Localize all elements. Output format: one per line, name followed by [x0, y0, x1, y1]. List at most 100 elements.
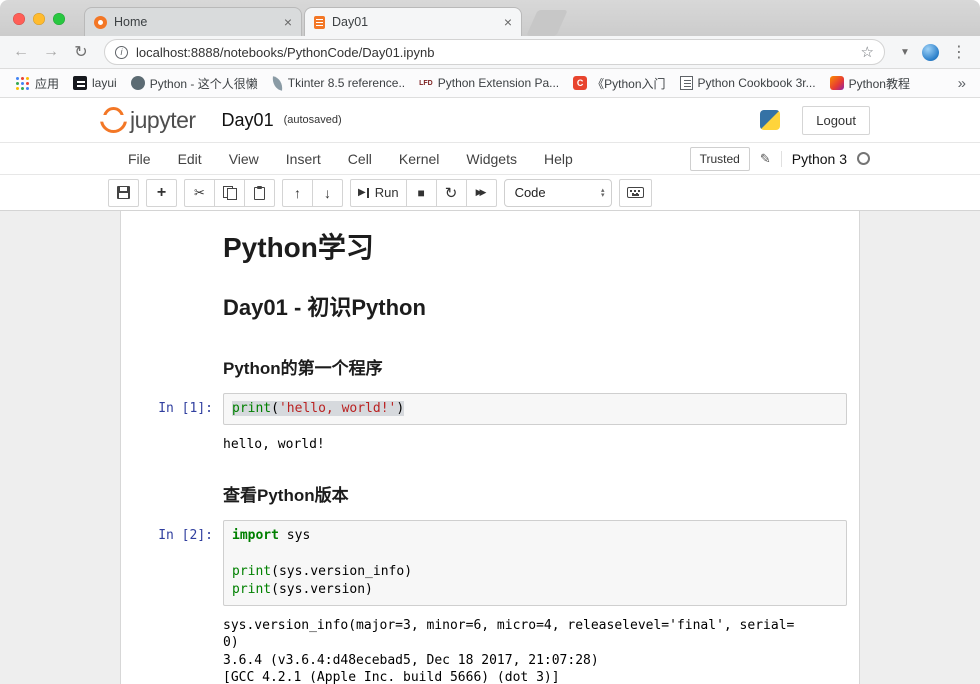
address-bar[interactable]: i localhost:8888/notebooks/PythonCode/Da… [104, 39, 885, 65]
tab-close-icon[interactable]: × [504, 15, 512, 29]
down-caret-icon[interactable]: ▼ [895, 47, 915, 58]
close-window-button[interactable] [13, 13, 25, 25]
notebook-favicon-icon [314, 16, 325, 29]
input-prompt: In [1]: [126, 393, 223, 425]
code-token: import [232, 528, 279, 543]
code-token: print [232, 582, 271, 597]
tutorial-favicon-icon [830, 76, 844, 90]
interrupt-kernel-button[interactable]: ■ [406, 179, 437, 207]
jupyter-logo[interactable]: jupyter [98, 106, 196, 134]
tab-title: Day01 [332, 15, 497, 29]
run-button[interactable]: ▶Run [350, 179, 407, 207]
menu-view[interactable]: View [229, 151, 259, 167]
code-token: ) [396, 401, 404, 416]
bookmark-item-lfd[interactable]: LFD Python Extension Pa... [413, 72, 565, 94]
bookmark-label: 应用 [35, 75, 59, 92]
notebook-container: Python学习 Day01 - 初识Python Python的第一个程序 I… [120, 211, 860, 684]
restart-kernel-button[interactable]: ↻ [436, 179, 467, 207]
bookmarks-bar: 应用 layui Python - 这个人很懒 Tkinter 8.5 refe… [0, 69, 980, 98]
reload-button[interactable]: ↻ [68, 42, 94, 62]
cut-cell-button[interactable]: ✂ [184, 179, 215, 207]
bookmarks-overflow-icon[interactable]: » [952, 75, 972, 92]
bookmark-item-python-intro[interactable]: C 《Python入门 [567, 72, 671, 94]
markdown-cell[interactable]: Day01 - 初识Python [121, 273, 859, 333]
tab-close-icon[interactable]: × [284, 15, 292, 29]
cell-type-value: Code [515, 185, 546, 200]
forward-button[interactable]: → [38, 43, 64, 61]
markdown-cell[interactable]: Python的第一个程序 [121, 333, 859, 388]
stop-icon: ■ [417, 186, 424, 200]
extension-globe-icon[interactable] [922, 44, 939, 61]
menu-kernel[interactable]: Kernel [399, 151, 439, 167]
notebook-scroll-area[interactable]: Python学习 Day01 - 初识Python Python的第一个程序 I… [0, 211, 980, 684]
kernel-status-icon [857, 152, 870, 165]
zoom-window-button[interactable] [53, 13, 65, 25]
bookmark-item-python-blog[interactable]: Python - 这个人很懒 [125, 72, 264, 94]
bookmark-star-icon[interactable]: ☆ [861, 43, 874, 61]
bookmark-item-python-tutorial[interactable]: Python教程 [824, 72, 916, 94]
c-red-favicon-icon: C [573, 76, 587, 90]
notebook-title[interactable]: Day01 [222, 110, 274, 131]
copy-cell-button[interactable] [214, 179, 245, 207]
paste-cell-button[interactable] [244, 179, 275, 207]
code-input[interactable]: import sys print(sys.version_info) print… [223, 520, 847, 606]
code-cell-2[interactable]: In [2]: import sys print(sys.version_inf… [121, 515, 859, 611]
paste-icon [254, 187, 265, 200]
tab-home[interactable]: Home × [84, 7, 302, 36]
plus-icon: + [157, 185, 166, 201]
back-button[interactable]: ← [8, 43, 34, 61]
bookmark-label: Python教程 [849, 75, 910, 92]
menu-help[interactable]: Help [544, 151, 573, 167]
markdown-cell[interactable]: 查看Python版本 [121, 460, 859, 515]
logout-button[interactable]: Logout [802, 106, 870, 135]
url-text[interactable]: localhost:8888/notebooks/PythonCode/Day0… [136, 45, 853, 60]
bookmark-item-cookbook[interactable]: Python Cookbook 3r... [674, 72, 822, 94]
autosave-status: (autosaved) [284, 114, 342, 126]
bookmark-label: Tkinter 8.5 reference.. [288, 76, 405, 90]
bookmark-item-apps[interactable]: 应用 [8, 72, 65, 94]
menu-edit[interactable]: Edit [178, 151, 202, 167]
code-token: (sys.version) [271, 582, 373, 597]
code-token: print [232, 401, 271, 416]
menu-cell[interactable]: Cell [348, 151, 372, 167]
cell-type-select[interactable]: Code ▴▾ [504, 179, 612, 207]
menu-insert[interactable]: Insert [286, 151, 321, 167]
tab-day01[interactable]: Day01 × [304, 7, 522, 36]
cell-output-text: 3.6.4 (v3.6.4:d48ecebad5, Dec 18 2017, 2… [223, 652, 847, 670]
markdown-cell[interactable]: Python学习 [121, 221, 859, 273]
notebook-heading-1: Python学习 [223, 232, 847, 264]
jupyter-menubar: File Edit View Insert Cell Kernel Widget… [0, 143, 980, 175]
blank-code-line [232, 545, 838, 563]
notebook-heading-2: Day01 - 初识Python [223, 290, 847, 322]
edit-mode-pencil-icon: ✎ [760, 151, 771, 167]
bookmark-label: Python Cookbook 3r... [698, 76, 816, 90]
minimize-window-button[interactable] [33, 13, 45, 25]
bookmark-label: 《Python入门 [592, 75, 665, 92]
bookmark-label: Python Extension Pa... [438, 76, 559, 90]
chrome-menu-icon[interactable]: ⋮ [946, 42, 972, 62]
move-cell-down-button[interactable]: ↓ [312, 179, 343, 207]
bookmark-item-tkinter[interactable]: Tkinter 8.5 reference.. [266, 72, 411, 94]
menu-widgets[interactable]: Widgets [466, 151, 517, 167]
down-arrow-icon: ↓ [324, 185, 331, 201]
code-cell-1[interactable]: In [1]: print('hello, world!') [121, 388, 859, 430]
menu-file[interactable]: File [128, 151, 151, 167]
move-cell-up-button[interactable]: ↑ [282, 179, 313, 207]
restart-run-all-button[interactable]: ▶▶ [466, 179, 497, 207]
command-palette-button[interactable] [619, 179, 652, 207]
fast-forward-icon: ▶▶ [476, 187, 487, 198]
output-area: hello, world! [121, 430, 859, 460]
save-button[interactable] [108, 179, 139, 207]
layui-favicon-icon [73, 76, 87, 90]
tkinter-favicon-icon [271, 76, 284, 90]
title-bar: Home × Day01 × [0, 0, 980, 36]
jupyter-header: jupyter Day01 (autosaved) Logout [0, 98, 980, 143]
new-tab-button[interactable] [526, 10, 568, 36]
run-icon-bar [367, 188, 369, 198]
page-info-icon[interactable]: i [115, 46, 128, 59]
cell-output-text: 0) [223, 634, 847, 652]
code-input[interactable]: print('hello, world!') [223, 393, 847, 425]
notebook-heading-3: 查看Python版本 [223, 481, 847, 506]
insert-cell-button[interactable]: + [146, 179, 177, 207]
bookmark-item-layui[interactable]: layui [67, 72, 123, 94]
